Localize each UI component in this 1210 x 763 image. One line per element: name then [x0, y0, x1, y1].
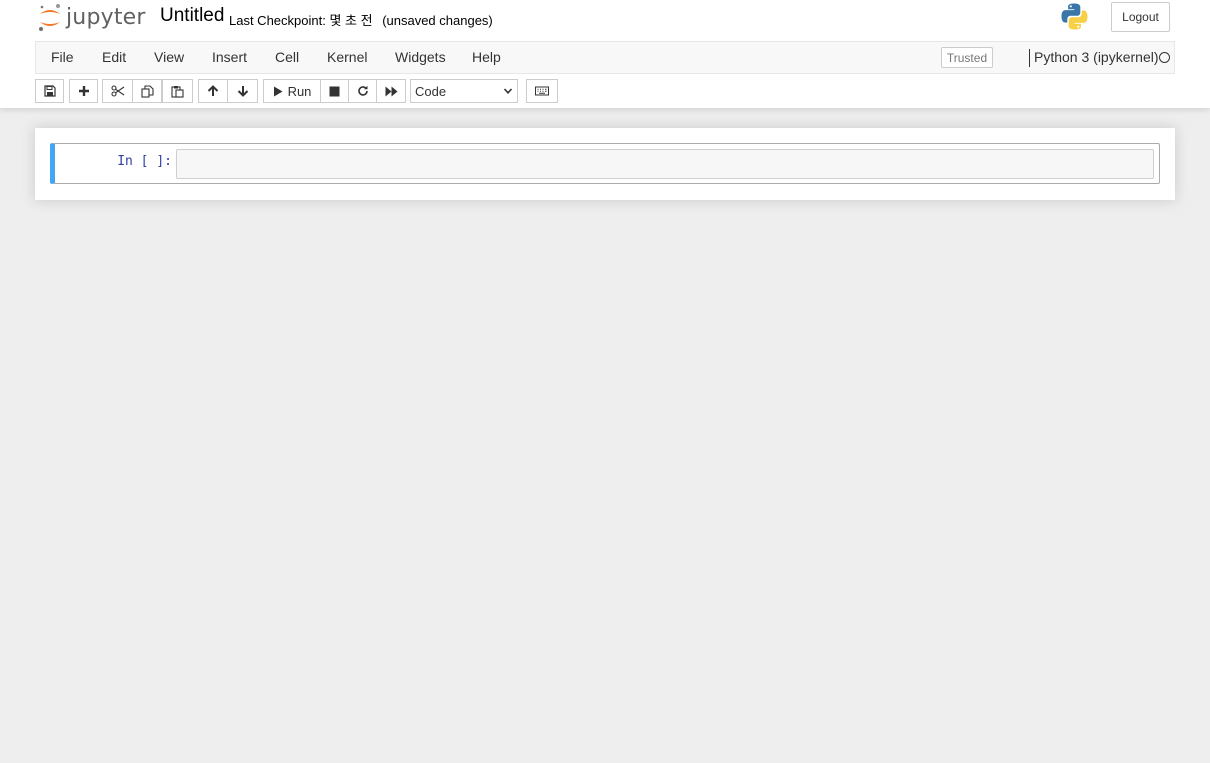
menu-edit[interactable]: Edit [102, 49, 126, 65]
menu-insert[interactable]: Insert [212, 49, 247, 65]
menu-kernel[interactable]: Kernel [327, 49, 367, 65]
checkpoint-label: Last Checkpoint: 몇 초 전 [229, 13, 373, 28]
plus-icon [78, 86, 89, 96]
kernel-name[interactable]: Python 3 (ipykernel) [1034, 49, 1159, 65]
top-bar: jupyter Untitled Last Checkpoint: 몇 초 전 … [0, 0, 1210, 42]
keyboard-icon [535, 86, 549, 96]
kernel-idle-icon [1159, 52, 1170, 63]
copy-icon [140, 84, 154, 98]
paste-button[interactable] [162, 79, 193, 103]
run-button[interactable]: Run [263, 79, 321, 103]
command-palette-button[interactable] [526, 79, 558, 103]
menu-view[interactable]: View [154, 49, 184, 65]
chevron-down-icon [503, 88, 513, 94]
restart-icon [357, 85, 368, 96]
kernel-separator [1029, 49, 1030, 67]
input-prompt: In [ ]: [117, 154, 172, 169]
arrow-up-icon [207, 85, 219, 96]
copy-button[interactable] [132, 79, 162, 103]
code-editor[interactable] [176, 149, 1154, 179]
play-icon [273, 86, 283, 96]
trusted-indicator[interactable]: Trusted [941, 47, 993, 68]
run-label: Run [287, 83, 312, 99]
logout-button[interactable]: Logout [1111, 2, 1170, 32]
cell-type-value: Code [415, 83, 447, 99]
menu-widgets[interactable]: Widgets [395, 49, 446, 65]
interrupt-kernel-button[interactable] [320, 79, 349, 103]
cell-type-select[interactable]: Code [410, 79, 518, 103]
notebook-title[interactable]: Untitled [160, 5, 224, 27]
notebook-container: In [ ]: [35, 128, 1175, 200]
header: jupyter Untitled Last Checkpoint: 몇 초 전 … [0, 0, 1210, 108]
cut-button[interactable] [102, 79, 133, 103]
autosave-status: (unsaved changes) [382, 13, 493, 28]
scissors-icon [110, 85, 124, 97]
restart-kernel-button[interactable] [348, 79, 377, 103]
code-cell[interactable]: In [ ]: [50, 143, 1160, 184]
move-down-button[interactable] [227, 79, 258, 103]
python-logo-icon [1061, 3, 1088, 30]
toolbar: Run Code [35, 79, 1175, 103]
paste-icon [171, 85, 184, 98]
stop-icon [329, 86, 340, 96]
fast-forward-icon [385, 86, 397, 96]
jupyter-logo-icon [39, 4, 60, 31]
insert-cell-button[interactable] [69, 79, 98, 103]
save-button[interactable] [35, 79, 64, 103]
jupyter-logo[interactable]: jupyter [37, 2, 146, 34]
move-up-button[interactable] [198, 79, 228, 103]
menu-help[interactable]: Help [472, 49, 501, 65]
checkpoint-status: Last Checkpoint: 몇 초 전 (unsaved changes) [229, 10, 493, 29]
save-icon [43, 85, 56, 97]
menubar: File Edit View Insert Cell Kernel Widget… [35, 41, 1175, 74]
arrow-down-icon [237, 86, 248, 97]
menu-file[interactable]: File [51, 49, 74, 65]
restart-run-all-button[interactable] [376, 79, 406, 103]
menu-cell[interactable]: Cell [275, 49, 299, 65]
logo-text: jupyter [66, 4, 146, 30]
